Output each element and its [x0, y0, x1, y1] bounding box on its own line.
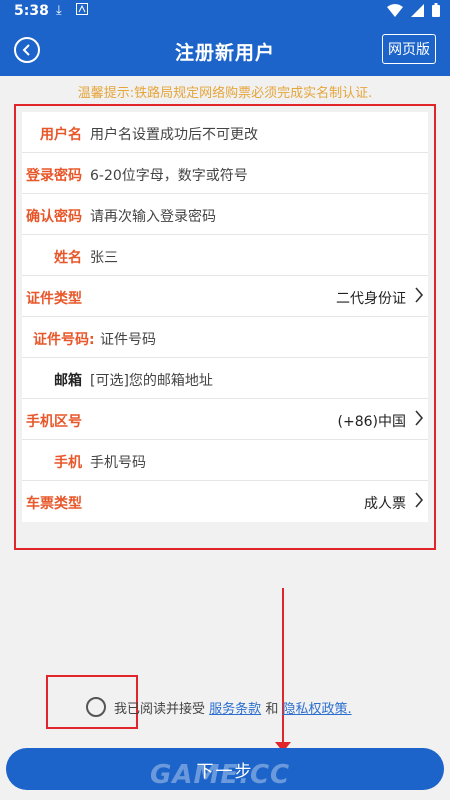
ticket-type-value: 成人票 [364, 496, 406, 512]
chevron-right-icon [414, 409, 424, 431]
username-row[interactable]: 用户名 用户名设置成功后不可更改 [22, 112, 428, 153]
agree-radio[interactable] [86, 697, 106, 717]
watermark: GAME.CC [150, 760, 291, 790]
id-type-label: 证件类型 [26, 291, 82, 307]
email-input[interactable]: [可选]您的邮箱地址 [90, 370, 213, 390]
region-row[interactable]: 手机区号 (+86)中国 [22, 399, 428, 440]
notice-text: 温馨提示:铁路局规定网络购票必须完成实名制认证. [77, 86, 373, 101]
status-bar: 5:38 ⤓ [0, 0, 450, 24]
web-version-button[interactable]: 网页版 [382, 34, 436, 64]
name-input[interactable]: 张三 [90, 247, 118, 267]
agree-and: 和 [265, 702, 279, 717]
annotation-arrow [282, 588, 284, 746]
download-icon: ⤓ [56, 3, 62, 18]
ticket-type-row[interactable]: 车票类型 成人票 [22, 481, 428, 522]
status-time: 5:38 [14, 3, 49, 19]
password-label: 登录密码 [26, 168, 82, 184]
confirm-password-label: 确认密码 [26, 209, 82, 225]
id-number-input[interactable]: 证件号码 [100, 329, 156, 349]
privacy-link[interactable]: 隐私权政策. [282, 702, 351, 717]
signal-icon [411, 3, 424, 21]
name-label: 姓名 [54, 250, 82, 266]
password-input[interactable]: 6-20位字母，数字或符号 [90, 165, 248, 185]
battery-icon [432, 3, 440, 21]
register-form-highlight: 用户名 用户名设置成功后不可更改 登录密码 6-20位字母，数字或符号 确认密码… [14, 104, 436, 550]
title-bar: 注册新用户 网页版 [0, 24, 450, 76]
username-input[interactable]: 用户名设置成功后不可更改 [90, 124, 258, 144]
register-form: 用户名 用户名设置成功后不可更改 登录密码 6-20位字母，数字或符号 确认密码… [22, 112, 428, 522]
phone-row[interactable]: 手机 手机号码 [22, 440, 428, 481]
confirm-password-input[interactable]: 请再次输入登录密码 [90, 206, 216, 226]
name-row[interactable]: 姓名 张三 [22, 235, 428, 276]
id-number-row[interactable]: 证件号码: 证件号码 [22, 317, 428, 358]
chevron-right-icon [414, 286, 424, 308]
region-label: 手机区号 [26, 414, 82, 430]
email-label: 邮箱 [54, 373, 82, 389]
region-value: (+86)中国 [337, 414, 406, 430]
agree-prefix: 我已阅读并接受 [114, 702, 206, 717]
id-number-label: 证件号码: [33, 332, 95, 348]
ticket-type-label: 车票类型 [26, 496, 82, 512]
email-row[interactable]: 邮箱 [可选]您的邮箱地址 [22, 358, 428, 399]
username-label: 用户名 [40, 127, 82, 143]
id-type-row[interactable]: 证件类型 二代身份证 [22, 276, 428, 317]
confirm-password-row[interactable]: 确认密码 请再次输入登录密码 [22, 194, 428, 235]
password-row[interactable]: 登录密码 6-20位字母，数字或符号 [22, 153, 428, 194]
wifi-icon [387, 3, 403, 21]
app-notification-icon [76, 3, 88, 19]
phone-label: 手机 [54, 455, 82, 471]
id-type-value: 二代身份证 [336, 291, 406, 307]
chevron-right-icon [414, 491, 424, 513]
agree-text: 我已阅读并接受 服务条款 和 隐私权政策. [114, 698, 352, 717]
terms-link[interactable]: 服务条款 [209, 702, 261, 717]
phone-input[interactable]: 手机号码 [90, 452, 146, 472]
